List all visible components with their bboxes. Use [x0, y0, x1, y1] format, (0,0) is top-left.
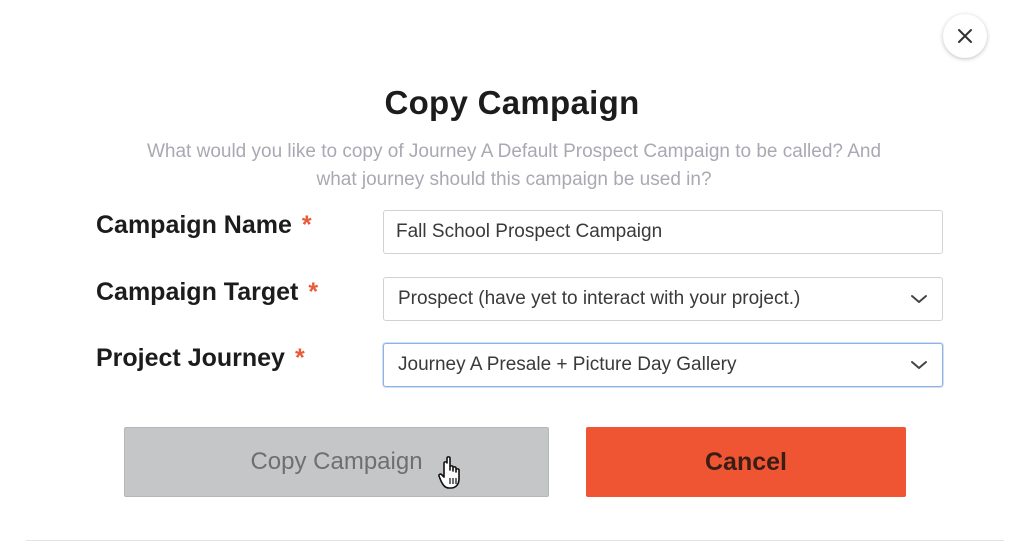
dialog-title: Copy Campaign	[384, 84, 640, 121]
campaign-name-label: Campaign Name *	[96, 211, 312, 240]
cancel-button-label: Cancel	[705, 447, 787, 476]
dialog-subtitle: What would you like to copy of Journey A…	[146, 141, 882, 190]
project-journey-select[interactable]: Journey A Presale + Picture Day Gallery	[383, 343, 943, 387]
campaign-target-label-text: Campaign Target	[96, 278, 299, 306]
close-button[interactable]	[943, 14, 987, 58]
required-mark: *	[294, 344, 305, 372]
project-journey-label: Project Journey *	[96, 344, 305, 373]
divider	[26, 540, 1004, 541]
campaign-target-value: Prospect (have yet to interact with your…	[398, 288, 801, 309]
close-icon	[958, 29, 972, 43]
required-mark: *	[301, 211, 312, 239]
project-journey-value: Journey A Presale + Picture Day Gallery	[398, 354, 737, 375]
campaign-target-select[interactable]: Prospect (have yet to interact with your…	[383, 277, 943, 321]
campaign-name-input[interactable]	[383, 210, 943, 254]
project-journey-label-text: Project Journey	[96, 344, 285, 372]
page: Copy Campaign What would you like to cop…	[0, 0, 1024, 558]
cancel-button[interactable]: Cancel	[586, 427, 906, 497]
hand-pointer-icon	[438, 456, 460, 489]
copy-campaign-button[interactable]: Copy Campaign	[124, 427, 549, 497]
required-mark: *	[308, 278, 319, 306]
campaign-target-label: Campaign Target *	[96, 278, 318, 307]
chevron-down-icon	[911, 295, 927, 303]
chevron-down-icon	[911, 361, 927, 369]
copy-campaign-button-label: Copy Campaign	[250, 448, 423, 475]
campaign-name-label-text: Campaign Name	[96, 211, 292, 239]
